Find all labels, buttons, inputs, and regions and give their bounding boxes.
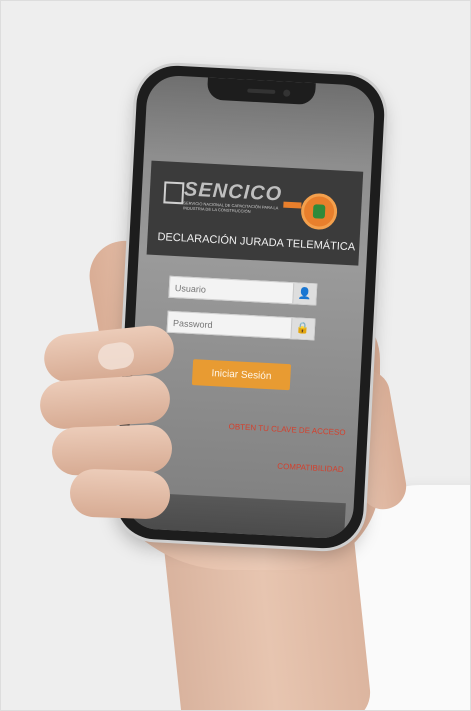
photo-scene: SENCICO SERVICIO NACIONAL DE CAPACITACIÓ… — [0, 0, 471, 711]
image-border — [0, 0, 471, 711]
